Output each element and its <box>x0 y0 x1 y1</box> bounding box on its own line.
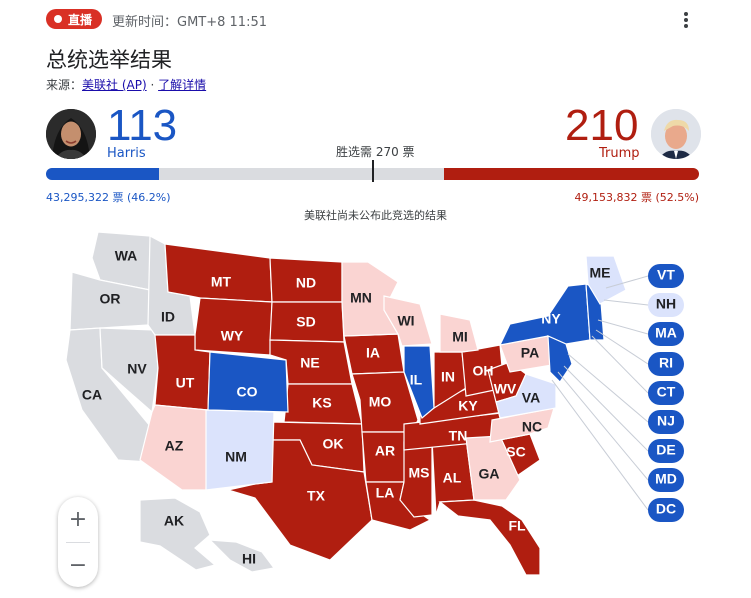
badge-ma-label: MA <box>655 325 677 341</box>
label-sc: SC <box>506 444 525 460</box>
label-ca: CA <box>82 387 102 403</box>
badge-nh-label: NH <box>656 296 676 312</box>
state-ak[interactable] <box>139 497 217 571</box>
state-co[interactable] <box>207 351 289 413</box>
label-ms: MS <box>409 465 430 481</box>
label-mo: MO <box>369 394 392 410</box>
label-hi: HI <box>242 551 256 567</box>
label-nc: NC <box>522 419 542 435</box>
badge-vt-label: VT <box>657 267 675 283</box>
label-tx: TX <box>307 488 326 504</box>
zoom-control: + − <box>58 497 98 587</box>
label-ny: NY <box>541 311 561 327</box>
label-id: ID <box>161 309 175 325</box>
label-va: VA <box>522 390 540 406</box>
label-ky: KY <box>458 398 478 414</box>
label-or: OR <box>100 291 121 307</box>
label-az: AZ <box>165 438 184 454</box>
zoom-out-button[interactable]: − <box>58 543 98 587</box>
label-il: IL <box>410 372 423 388</box>
badge-ct-label: CT <box>657 384 676 400</box>
label-ga: GA <box>479 466 500 482</box>
label-nd: ND <box>296 275 316 291</box>
badge-md-label: MD <box>655 471 677 487</box>
label-nm: NM <box>225 449 247 465</box>
label-wy: WY <box>221 328 244 344</box>
label-ne: NE <box>300 355 319 371</box>
label-nv: NV <box>127 361 147 377</box>
label-me: ME <box>590 265 611 281</box>
badge-ct[interactable]: CT <box>648 381 684 405</box>
label-fl: FL <box>508 518 526 534</box>
label-tn: TN <box>449 428 468 444</box>
badge-de-label: DE <box>656 442 675 458</box>
state-fl[interactable] <box>438 499 541 576</box>
badge-dc[interactable]: DC <box>648 498 684 522</box>
label-mn: MN <box>350 290 372 306</box>
badge-nh[interactable]: NH <box>648 293 684 317</box>
badge-ma[interactable]: MA <box>648 322 684 346</box>
label-wa: WA <box>115 248 138 264</box>
label-la: LA <box>376 485 395 501</box>
badge-nj-label: NJ <box>657 413 675 429</box>
label-al: AL <box>443 470 462 486</box>
label-oh: OH <box>473 363 494 379</box>
label-mi: MI <box>452 329 468 345</box>
badge-vt[interactable]: VT <box>648 264 684 288</box>
badge-nj[interactable]: NJ <box>648 410 684 434</box>
label-wi: WI <box>397 313 414 329</box>
label-ak: AK <box>164 513 184 529</box>
badge-de[interactable]: DE <box>648 439 684 463</box>
label-ut: UT <box>176 375 195 391</box>
label-wv: WV <box>494 381 517 397</box>
badge-ri-label: RI <box>659 355 673 371</box>
label-co: CO <box>237 384 258 400</box>
label-sd: SD <box>296 314 315 330</box>
label-ok: OK <box>323 436 344 452</box>
badge-dc-label: DC <box>656 501 676 517</box>
label-pa: PA <box>521 345 539 361</box>
label-mt: MT <box>211 274 232 290</box>
badge-ri[interactable]: RI <box>648 352 684 376</box>
badge-md[interactable]: MD <box>648 468 684 492</box>
label-in: IN <box>441 369 455 385</box>
label-ia: IA <box>366 345 380 361</box>
state-wy[interactable] <box>194 297 273 356</box>
label-ar: AR <box>375 443 395 459</box>
label-ks: KS <box>312 395 331 411</box>
zoom-in-button[interactable]: + <box>58 497 98 541</box>
us-election-map: WA OR CA NV ID MT WY UT AZ CO NM ND SD N… <box>65 231 684 576</box>
